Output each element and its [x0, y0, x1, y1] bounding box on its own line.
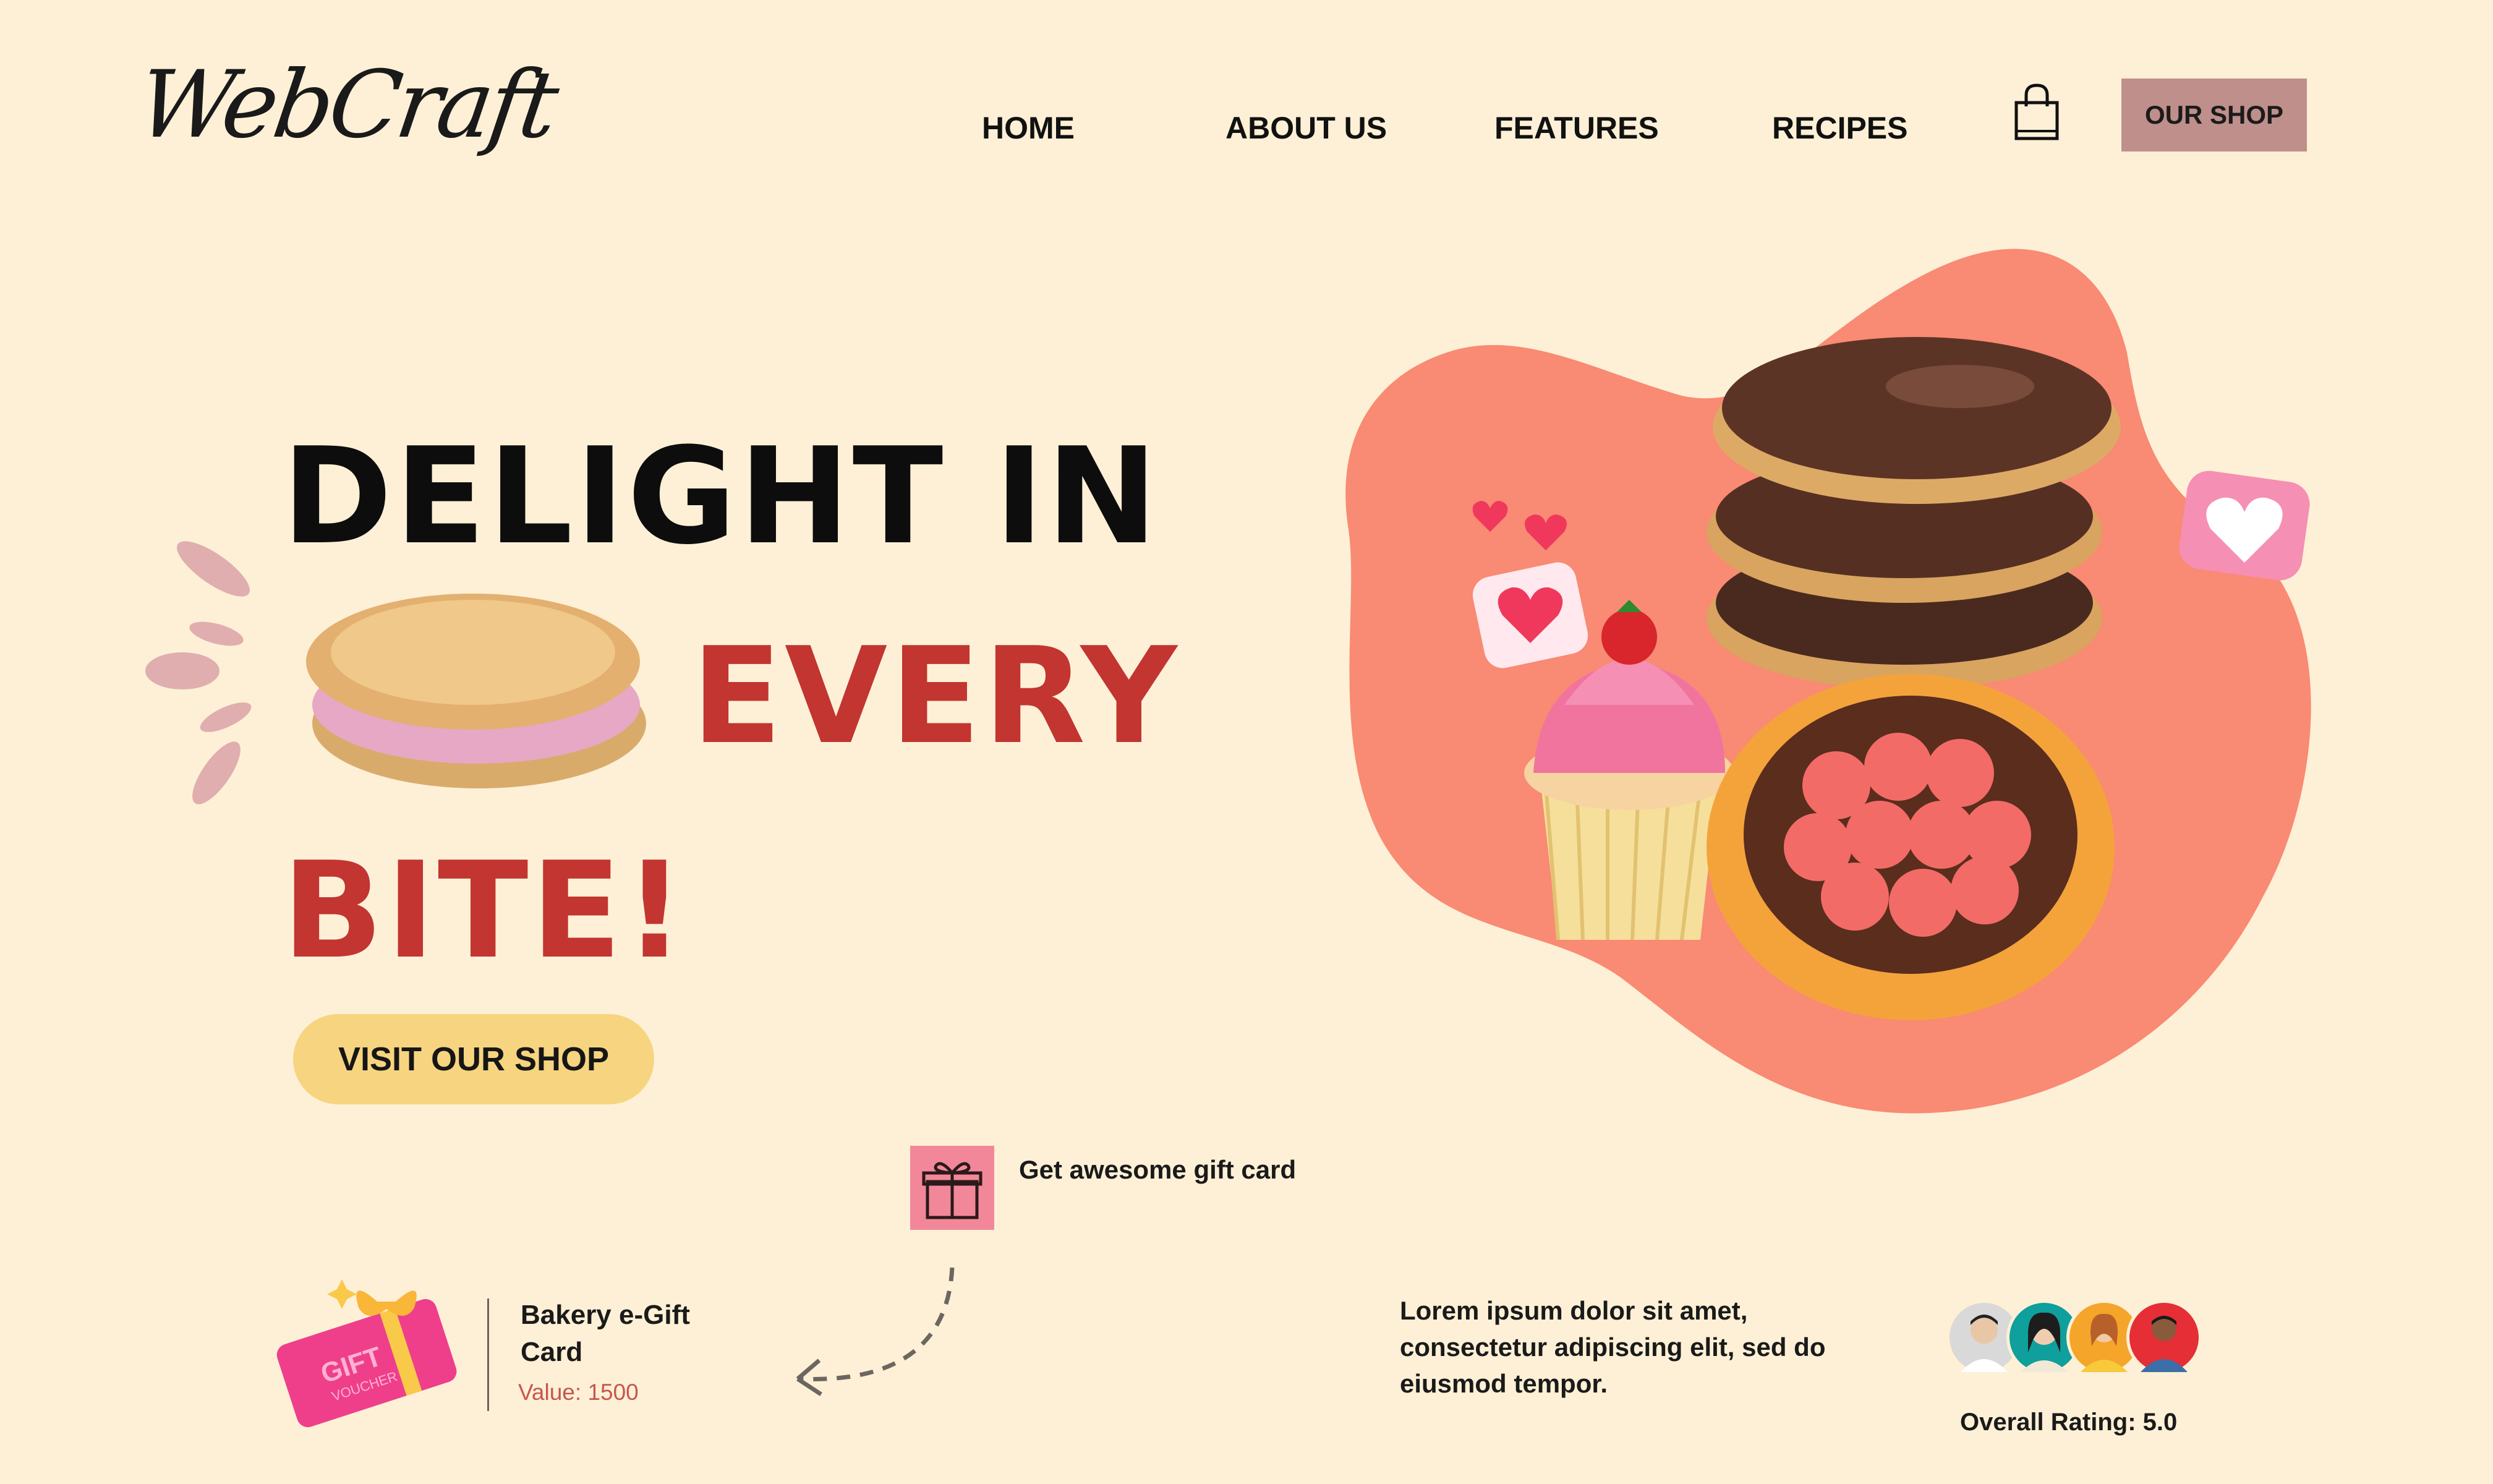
nav-recipes[interactable]: RECIPES [1772, 110, 1908, 146]
nav-features[interactable]: FEATURES [1494, 110, 1659, 146]
nav-about-us[interactable]: ABOUT US [1225, 110, 1387, 146]
overall-rating: Overall Rating: 5.0 [1960, 1409, 2178, 1436]
gift-voucher-illustration: GIFT VOUCHER [276, 1279, 457, 1428]
ecard-value: Value: 1500 [518, 1380, 639, 1405]
divider [487, 1298, 489, 1411]
gift-icon-box [910, 1146, 994, 1230]
sandwich-cookie [306, 594, 646, 788]
logo[interactable]: WebCraft [132, 51, 561, 159]
shopping-bag-icon[interactable] [2013, 82, 2061, 141]
gift-icon [922, 1162, 982, 1219]
gift-card-promo-text: Get awesome gift card [1019, 1155, 1297, 1184]
raspberry-tart [1707, 674, 2115, 1020]
ecard-name: Bakery e-Gift Card [521, 1300, 690, 1367]
chocolate-cookies [1707, 337, 2121, 689]
testimonial-text: Lorem ipsum dolor sit amet, consectetur … [1400, 1296, 1826, 1398]
nav-home[interactable]: HOME [982, 110, 1075, 146]
sparkle-strokes [145, 541, 252, 804]
visit-shop-button[interactable]: VISIT OUR SHOP [293, 1014, 654, 1104]
hero-headline-line3: BITE! [282, 833, 688, 988]
dashed-arrow [796, 1267, 955, 1396]
heart-bubble-right [2179, 471, 2310, 581]
our-shop-button[interactable]: OUR SHOP [2121, 79, 2307, 151]
macaron-illustration [145, 541, 646, 804]
hero-headline-line2: EVERY [691, 618, 1180, 774]
avatar [2126, 1300, 2202, 1375]
hero-illustration [1345, 249, 2311, 1114]
